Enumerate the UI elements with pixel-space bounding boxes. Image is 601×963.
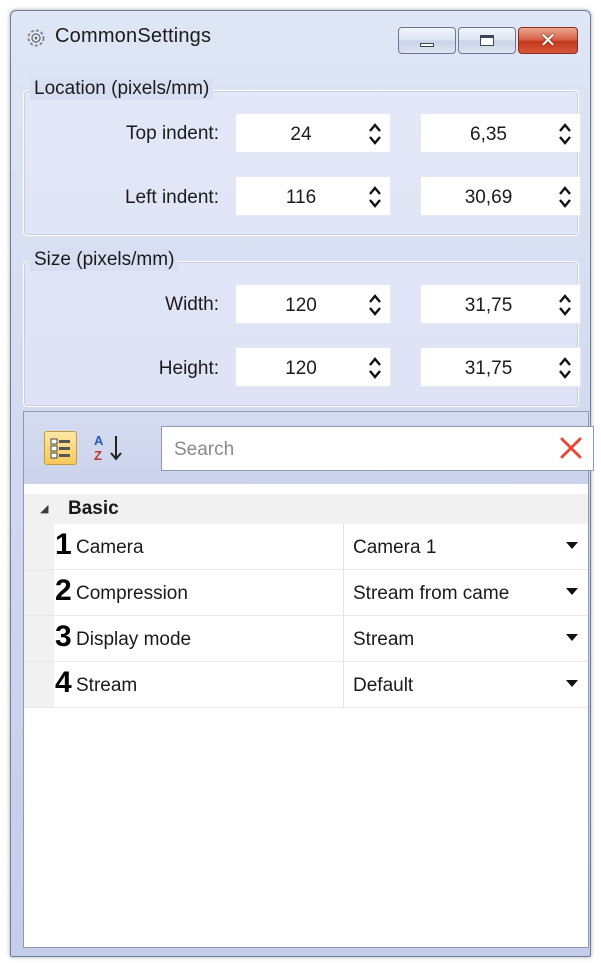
window-controls: ✕: [398, 27, 578, 54]
top-indent-mm-spinner[interactable]: 6,35: [420, 113, 581, 153]
close-button[interactable]: ✕: [518, 27, 578, 54]
spinner-arrows-icon[interactable]: [558, 121, 572, 147]
dropdown-arrow-icon[interactable]: [566, 634, 578, 641]
height-mm-value: 31,75: [464, 358, 513, 379]
property-row-compression[interactable]: 2 Compression Stream from came: [24, 570, 588, 616]
height-label: Height:: [158, 358, 219, 379]
spinner-arrows-icon[interactable]: [558, 292, 572, 318]
height-pixels-value: 120: [285, 358, 317, 379]
width-mm-value: 31,75: [464, 295, 513, 316]
location-group: Location (pixels/mm) Top indent: 24 6,35…: [23, 78, 581, 236]
width-label: Width:: [165, 294, 219, 315]
spinner-arrows-icon[interactable]: [368, 184, 382, 210]
width-pixels-value: 120: [285, 295, 317, 316]
svg-text:Z: Z: [94, 448, 102, 463]
clear-search-icon[interactable]: [559, 436, 583, 460]
categorized-button[interactable]: [44, 431, 77, 465]
column-divider: [343, 570, 344, 615]
categorized-icon: [50, 438, 70, 459]
close-icon: ✕: [539, 29, 557, 52]
row-gutter: [24, 616, 54, 661]
property-name: Display mode: [76, 629, 192, 650]
maximize-icon: [480, 35, 494, 46]
width-pixels-spinner[interactable]: 120: [235, 284, 391, 324]
property-row-display-mode[interactable]: 3 Display mode Stream: [24, 616, 588, 662]
category-basic[interactable]: ◢ Basic: [24, 494, 588, 524]
spinner-arrows-icon[interactable]: [368, 355, 382, 381]
top-indent-pixels-value: 24: [290, 124, 312, 145]
property-grid: A Z Search ◢ Basic 1 Camera Camera 1 2 C…: [23, 411, 594, 948]
left-indent-mm-value: 30,69: [464, 187, 513, 208]
property-row-stream[interactable]: 4 Stream Default: [24, 662, 588, 708]
row-number: 1: [55, 528, 72, 561]
left-indent-pixels-value: 116: [285, 187, 317, 208]
svg-text:A: A: [94, 433, 104, 448]
search-box[interactable]: Search: [161, 426, 594, 471]
minimize-button[interactable]: [398, 27, 456, 54]
sort-alphabetical-icon[interactable]: A Z: [92, 432, 134, 464]
property-name: Compression: [76, 583, 188, 604]
row-gutter: [24, 570, 54, 615]
height-pixels-spinner[interactable]: 120: [235, 347, 391, 387]
width-mm-spinner[interactable]: 31,75: [420, 284, 581, 324]
left-indent-mm-spinner[interactable]: 30,69: [420, 176, 581, 216]
spinner-arrows-icon[interactable]: [368, 292, 382, 318]
gear-icon: [27, 29, 45, 47]
top-indent-pixels-spinner[interactable]: 24: [235, 113, 391, 153]
left-indent-pixels-spinner[interactable]: 116: [235, 176, 391, 216]
column-divider: [343, 662, 344, 707]
row-number: 3: [55, 620, 72, 653]
property-name: Camera: [76, 537, 144, 558]
column-divider: [343, 524, 344, 569]
minimize-icon: [420, 42, 434, 47]
row-gutter: [24, 524, 54, 569]
dropdown-arrow-icon[interactable]: [566, 680, 578, 687]
common-settings-window: CommonSettings ✕ Location (pixels/mm) To…: [10, 10, 594, 957]
property-name: Stream: [76, 675, 138, 696]
property-value[interactable]: Stream: [353, 629, 563, 651]
property-grid-toolbar: A Z Search: [24, 412, 594, 484]
search-placeholder: Search: [174, 439, 235, 460]
spinner-arrows-icon[interactable]: [558, 355, 572, 381]
left-indent-label: Left indent:: [124, 187, 219, 208]
height-mm-spinner[interactable]: 31,75: [420, 347, 581, 387]
category-label: Basic: [68, 498, 119, 519]
row-gutter: [24, 662, 54, 707]
size-group: Size (pixels/mm) Width: 120 31,75 Height…: [23, 249, 581, 407]
spinner-arrows-icon[interactable]: [558, 184, 572, 210]
size-legend: Size (pixels/mm): [30, 249, 179, 271]
collapse-triangle-icon[interactable]: ◢: [40, 502, 48, 515]
top-indent-label: Top indent:: [126, 123, 219, 144]
property-value[interactable]: Camera 1: [353, 537, 563, 559]
window-title: CommonSettings: [55, 25, 212, 47]
property-row-camera[interactable]: 1 Camera Camera 1: [24, 524, 588, 570]
row-number: 4: [55, 666, 72, 699]
spinner-arrows-icon[interactable]: [368, 121, 382, 147]
top-indent-mm-value: 6,35: [470, 124, 507, 145]
maximize-button[interactable]: [458, 27, 516, 54]
column-divider: [343, 616, 344, 661]
location-legend: Location (pixels/mm): [30, 78, 214, 100]
property-value[interactable]: Default: [353, 675, 563, 697]
row-number: 2: [55, 574, 72, 607]
title-bar[interactable]: CommonSettings ✕: [11, 11, 590, 71]
property-value[interactable]: Stream from came: [353, 583, 563, 605]
dropdown-arrow-icon[interactable]: [566, 588, 578, 595]
dropdown-arrow-icon[interactable]: [566, 542, 578, 549]
